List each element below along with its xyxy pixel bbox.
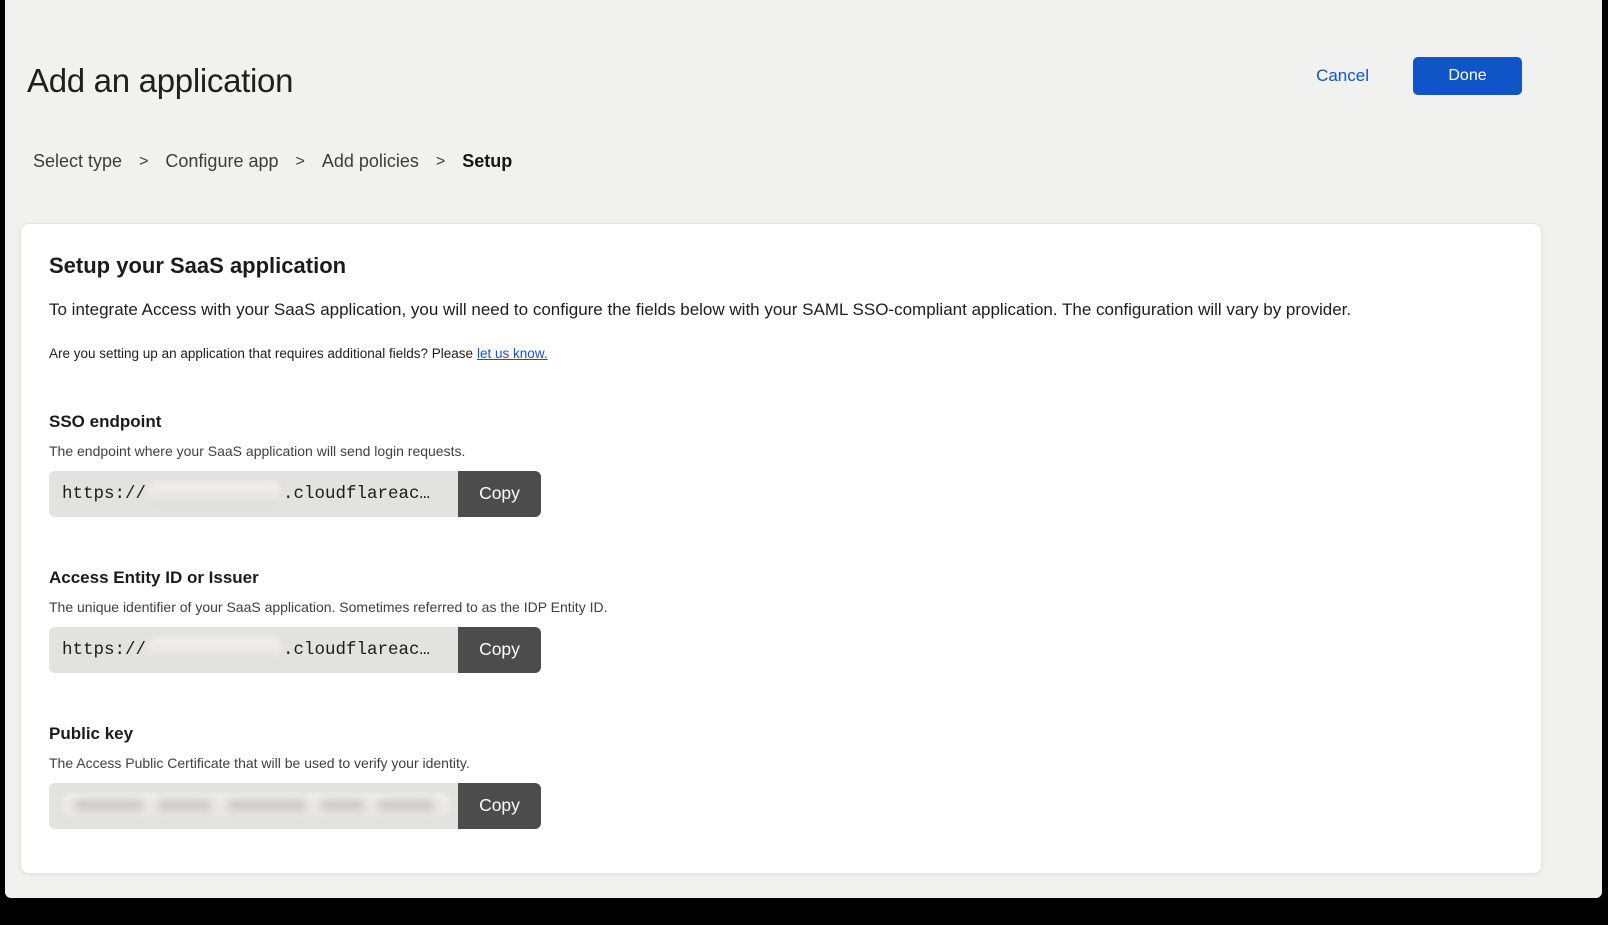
- header: Add an application Cancel Done: [5, 0, 1602, 100]
- page-title: Add an application: [27, 62, 1522, 100]
- field-label: SSO endpoint: [49, 412, 1513, 432]
- header-actions: Cancel Done: [1316, 57, 1522, 95]
- redacted-value-blur: [148, 482, 281, 506]
- cancel-button[interactable]: Cancel: [1316, 66, 1369, 86]
- card-heading: Setup your SaaS application: [49, 253, 1513, 279]
- breadcrumb-step-setup: Setup: [462, 151, 512, 172]
- field-public-key: Public key The Access Public Certificate…: [49, 724, 1513, 829]
- breadcrumb: Select type > Configure app > Add polici…: [33, 151, 1602, 172]
- field-label: Access Entity ID or Issuer: [49, 568, 1513, 588]
- breadcrumb-separator: >: [296, 153, 305, 171]
- field-description: The Access Public Certificate that will …: [49, 755, 1513, 771]
- value-row: https:// .cloudflareac… Copy: [49, 627, 541, 673]
- done-button[interactable]: Done: [1413, 57, 1522, 95]
- let-us-know-link[interactable]: let us know.: [477, 346, 548, 361]
- field-description: The endpoint where your SaaS application…: [49, 443, 1513, 459]
- card-note-text: Are you setting up an application that r…: [49, 346, 473, 361]
- breadcrumb-step-add-policies[interactable]: Add policies: [322, 151, 419, 172]
- copy-button[interactable]: Copy: [458, 783, 541, 829]
- field-description: The unique identifier of your SaaS appli…: [49, 599, 1513, 615]
- card-intro-text: To integrate Access with your SaaS appli…: [49, 299, 1513, 322]
- setup-card: Setup your SaaS application To integrate…: [20, 223, 1542, 874]
- copy-button[interactable]: Copy: [458, 627, 541, 673]
- breadcrumb-step-configure-app[interactable]: Configure app: [165, 151, 278, 172]
- breadcrumb-step-select-type[interactable]: Select type: [33, 151, 122, 172]
- page: Add an application Cancel Done Select ty…: [5, 0, 1602, 898]
- breadcrumb-separator: >: [436, 153, 445, 171]
- redacted-value-blur: [62, 793, 450, 818]
- breadcrumb-separator: >: [139, 153, 148, 171]
- value-prefix: https://: [62, 484, 146, 504]
- public-key-value: [49, 783, 458, 829]
- value-prefix: https://: [62, 640, 146, 660]
- field-label: Public key: [49, 724, 1513, 744]
- card-note: Are you setting up an application that r…: [49, 346, 1513, 361]
- redacted-value-blur: [148, 638, 281, 662]
- access-entity-id-value: https:// .cloudflareac…: [49, 627, 458, 673]
- copy-button[interactable]: Copy: [458, 471, 541, 517]
- value-row: Copy: [49, 783, 541, 829]
- field-sso-endpoint: SSO endpoint The endpoint where your Saa…: [49, 412, 1513, 517]
- value-suffix: .cloudflareac…: [283, 484, 430, 504]
- field-access-entity-id: Access Entity ID or Issuer The unique id…: [49, 568, 1513, 673]
- value-suffix: .cloudflareac…: [283, 640, 430, 660]
- sso-endpoint-value: https:// .cloudflareac…: [49, 471, 458, 517]
- value-row: https:// .cloudflareac… Copy: [49, 471, 541, 517]
